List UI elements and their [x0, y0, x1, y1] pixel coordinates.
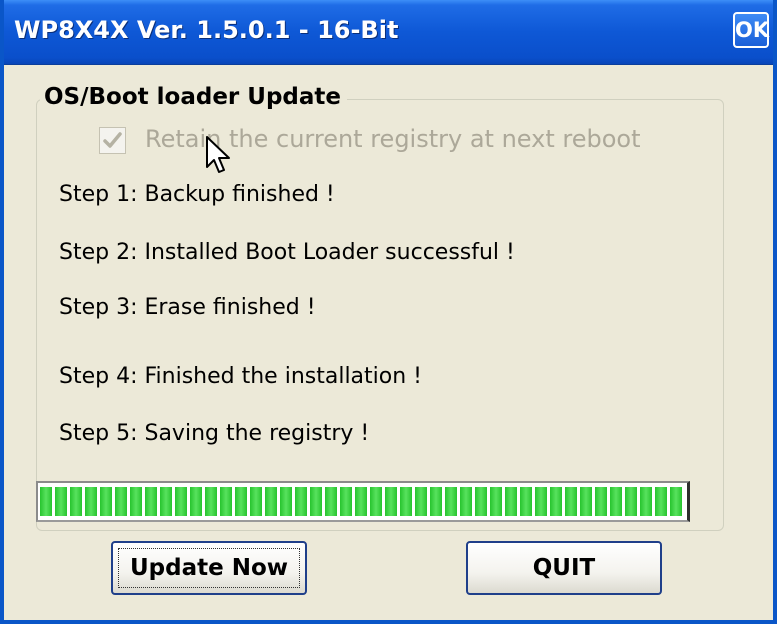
step-3-status: Step 3: Erase finished ! [59, 295, 316, 320]
mouse-cursor-icon [206, 136, 230, 173]
step-2-status: Step 2: Installed Boot Loader successful… [59, 240, 515, 265]
window-title: WP8X4X Ver. 1.5.0.1 - 16-Bit [14, 16, 399, 44]
quit-button[interactable]: QUIT [466, 541, 662, 595]
progress-bar [36, 481, 690, 522]
step-1-status: Step 1: Backup finished ! [59, 182, 335, 207]
retain-registry-checkbox[interactable] [99, 127, 126, 154]
update-now-label: Update Now [129, 555, 289, 581]
check-mark-icon [103, 132, 122, 148]
step-4-status: Step 4: Finished the installation ! [59, 364, 422, 389]
group-title: OS/Boot loader Update [40, 84, 347, 110]
step-5-status: Step 5: Saving the registry ! [59, 421, 370, 446]
title-bar: WP8X4X Ver. 1.5.0.1 - 16-Bit OK [4, 0, 773, 65]
update-now-button[interactable]: Update Now [111, 541, 307, 595]
progress-fill [40, 487, 685, 516]
ok-button[interactable]: OK [733, 12, 769, 48]
